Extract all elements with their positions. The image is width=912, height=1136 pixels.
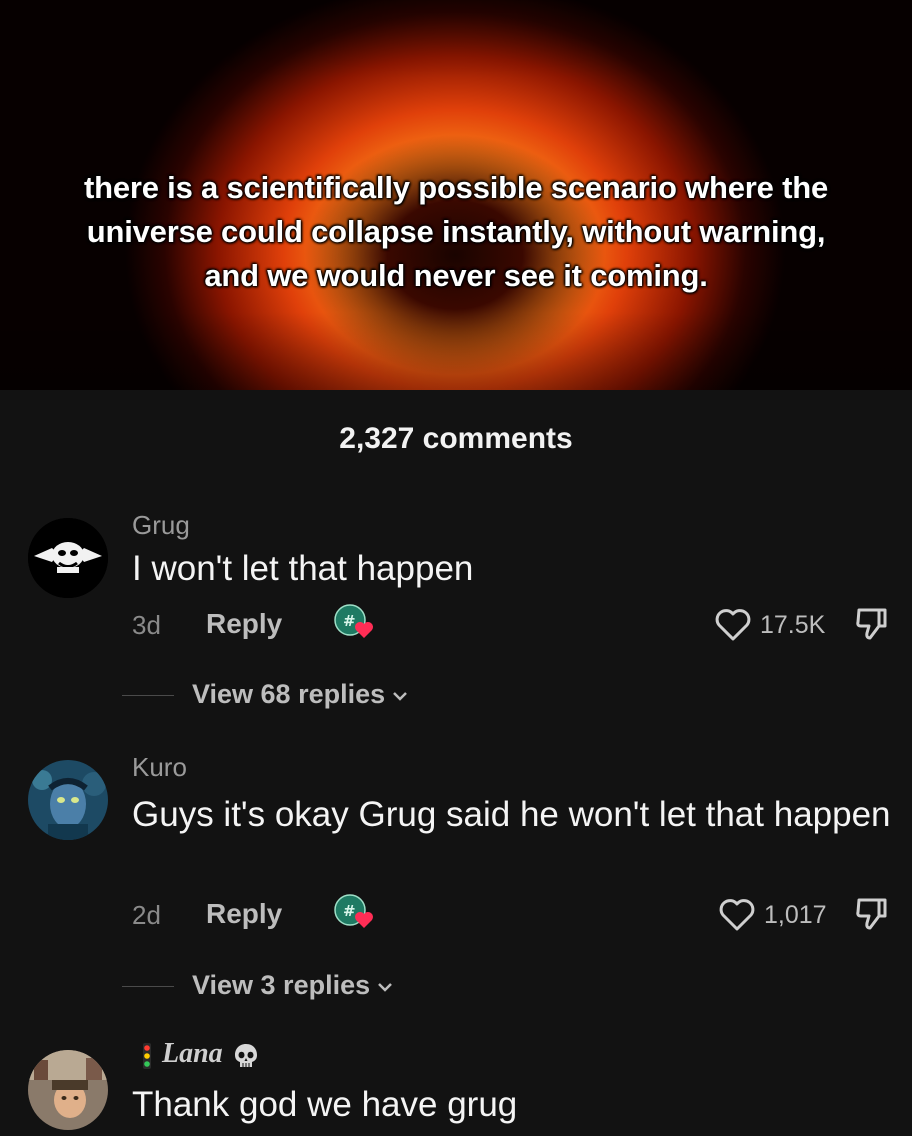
reply-button[interactable]: Reply [206, 608, 282, 640]
comment-timestamp: 3d [132, 610, 161, 640]
chevron-down-icon [378, 982, 393, 992]
chevron-down-icon [393, 691, 408, 701]
skull-icon [232, 1042, 260, 1070]
like-count: 1,017 [764, 901, 827, 929]
comments-count: 2,327 comments [339, 422, 573, 455]
kuro-avatar-image [28, 760, 108, 840]
svg-text:#: # [343, 902, 356, 920]
replies-divider [122, 695, 174, 696]
replies-divider [122, 986, 174, 987]
thumbs-down-outline-icon[interactable] [852, 894, 892, 934]
comment-text: Thank god we have grug [132, 1085, 518, 1124]
view-replies-button[interactable]: View 68 replies [192, 679, 409, 710]
avatar[interactable] [28, 1050, 108, 1130]
lana-avatar-image [28, 1050, 108, 1130]
svg-text:#: # [343, 612, 356, 630]
view-replies-label: View 3 replies [192, 970, 371, 1000]
creator-heart-sticker-icon: # [332, 602, 378, 642]
comment-timestamp: 2d [132, 900, 161, 930]
comment-username[interactable]: Kuro [132, 752, 187, 783]
avatar[interactable] [28, 760, 108, 840]
heart-outline-icon[interactable] [714, 607, 752, 643]
traffic-light-icon [142, 1043, 152, 1069]
post-caption: there is a scientifically possible scena… [83, 170, 829, 293]
reply-button[interactable]: Reply [206, 898, 282, 930]
comment-username[interactable]: Lana [162, 1038, 223, 1070]
comment-username[interactable]: Grug [132, 510, 190, 541]
comment-text: Guys it's okay Grug said he won't let th… [132, 795, 891, 834]
comment-text: I won't let that happen [132, 549, 474, 588]
creator-heart-sticker-icon: # [332, 892, 378, 932]
grug-avatar-image [28, 518, 108, 598]
heart-outline-icon[interactable] [718, 897, 756, 933]
like-count: 17.5K [760, 611, 826, 639]
view-replies-label: View 68 replies [192, 679, 386, 709]
thumbs-down-outline-icon[interactable] [852, 604, 892, 644]
view-replies-button[interactable]: View 3 replies [192, 970, 394, 1001]
avatar[interactable] [28, 518, 108, 598]
